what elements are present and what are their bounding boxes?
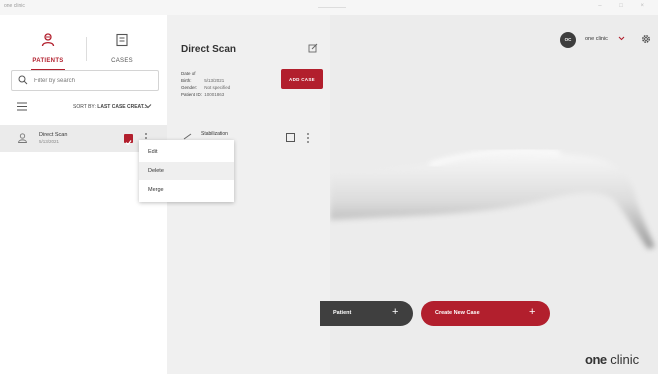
tab-patients-label: PATIENTS	[32, 58, 64, 64]
menu-item-edit[interactable]: Edit	[139, 143, 234, 161]
patient-name: Direct Scan	[39, 132, 68, 138]
title-bar: one clinic – □ ×	[0, 0, 658, 15]
patient-checkbox[interactable]	[124, 134, 133, 146]
create-new-case-label: Create New Case	[435, 310, 480, 316]
person-icon	[18, 133, 27, 143]
title-drag-handle	[318, 7, 346, 8]
brand-logo: one clinic	[585, 352, 639, 367]
menu-icon[interactable]	[17, 102, 27, 111]
patient-meta: Date of Birth: 5/13/2021 Gender: Not spe…	[181, 70, 230, 98]
tab-divider	[86, 37, 87, 61]
search-icon	[18, 75, 28, 85]
case-checkbox[interactable]	[286, 133, 295, 142]
patients-icon	[41, 33, 55, 47]
case-name: Stabilization	[201, 131, 228, 137]
brand-logo-part1: one	[585, 352, 607, 367]
sort-by-label[interactable]: SORT BY: LAST CASE CREAT...	[73, 104, 147, 110]
chevron-down-icon[interactable]	[618, 35, 625, 42]
tab-patients[interactable]: PATIENTS	[23, 33, 73, 71]
search-input[interactable]	[34, 74, 154, 88]
cases-icon	[116, 33, 128, 47]
new-patient-label: Patient	[333, 310, 352, 316]
scanner-handpiece-image	[330, 148, 655, 249]
meta-row: Date of Birth: 5/13/2021	[181, 71, 225, 83]
window-controls[interactable]: – □ ×	[598, 3, 652, 9]
brush-icon	[183, 133, 192, 140]
menu-item-merge[interactable]: Merge	[139, 181, 234, 199]
add-case-button[interactable]: ADD CASE	[281, 69, 323, 89]
chevron-down-icon[interactable]	[144, 102, 152, 110]
gear-icon[interactable]	[640, 33, 652, 45]
search-field[interactable]	[11, 70, 159, 91]
tab-cases[interactable]: CASES	[97, 33, 147, 67]
user-name[interactable]: one clinic	[585, 36, 608, 42]
create-new-case-button[interactable]: Create New Case +	[421, 301, 550, 326]
sort-row: SORT BY: LAST CASE CREAT...	[11, 101, 159, 113]
patient-context-menu: Edit Delete Merge	[139, 140, 234, 202]
menu-item-delete[interactable]: Delete	[139, 162, 234, 180]
meta-row: Patient ID: 10001863	[181, 92, 225, 97]
sort-value: LAST CASE CREAT...	[97, 104, 148, 110]
more-options-icon[interactable]	[306, 132, 310, 144]
sort-prefix: SORT BY:	[73, 104, 96, 110]
patient-date: 5/13/2021	[39, 139, 60, 144]
plus-icon: +	[392, 306, 399, 318]
meta-row: Gender: Not specified	[181, 85, 231, 90]
app-title: one clinic	[4, 3, 25, 9]
plus-icon: +	[529, 306, 536, 318]
detail-title: Direct Scan	[181, 44, 237, 55]
user-avatar[interactable]: OC	[560, 32, 576, 48]
brand-logo-part2: clinic	[606, 352, 640, 367]
checkmark-icon	[125, 140, 132, 146]
edit-icon[interactable]	[308, 43, 318, 53]
new-patient-button[interactable]: Patient +	[320, 301, 413, 326]
tab-cases-label: CASES	[111, 58, 133, 64]
